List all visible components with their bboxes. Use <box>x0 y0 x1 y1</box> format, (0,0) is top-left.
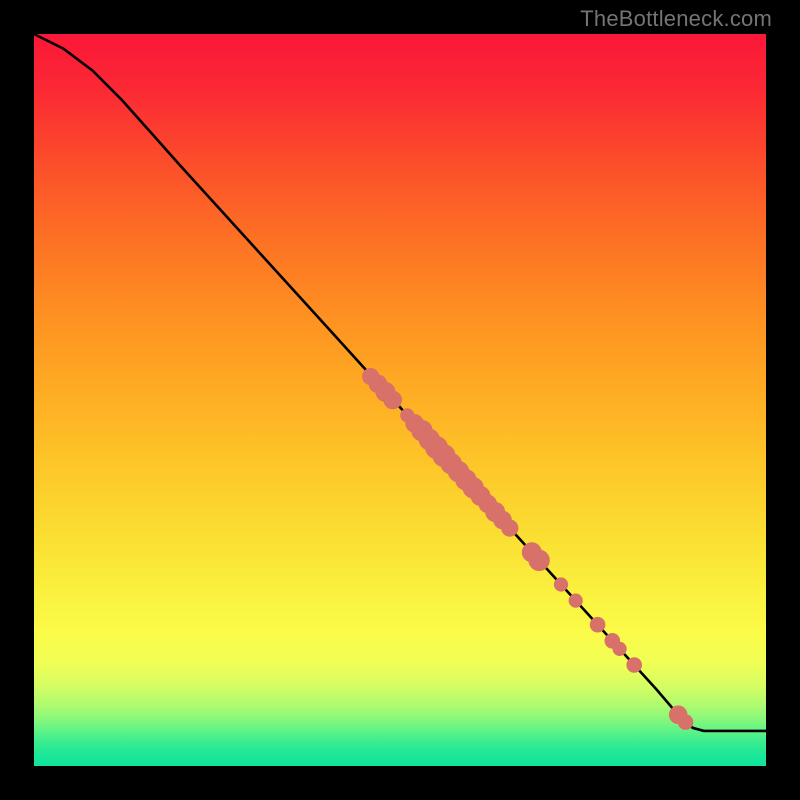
chart-frame: TheBottleneck.com <box>0 0 800 800</box>
data-marker <box>590 617 605 632</box>
data-marker <box>613 642 626 655</box>
data-marker <box>502 520 518 536</box>
data-marker <box>627 658 642 673</box>
data-marker <box>384 391 402 409</box>
bottleneck-curve <box>34 34 766 731</box>
data-marker <box>554 578 567 591</box>
watermark-text: TheBottleneck.com <box>580 6 772 32</box>
data-marker <box>529 550 549 570</box>
data-marker <box>569 594 582 607</box>
data-marker <box>678 715 693 730</box>
chart-overlay <box>34 34 766 766</box>
